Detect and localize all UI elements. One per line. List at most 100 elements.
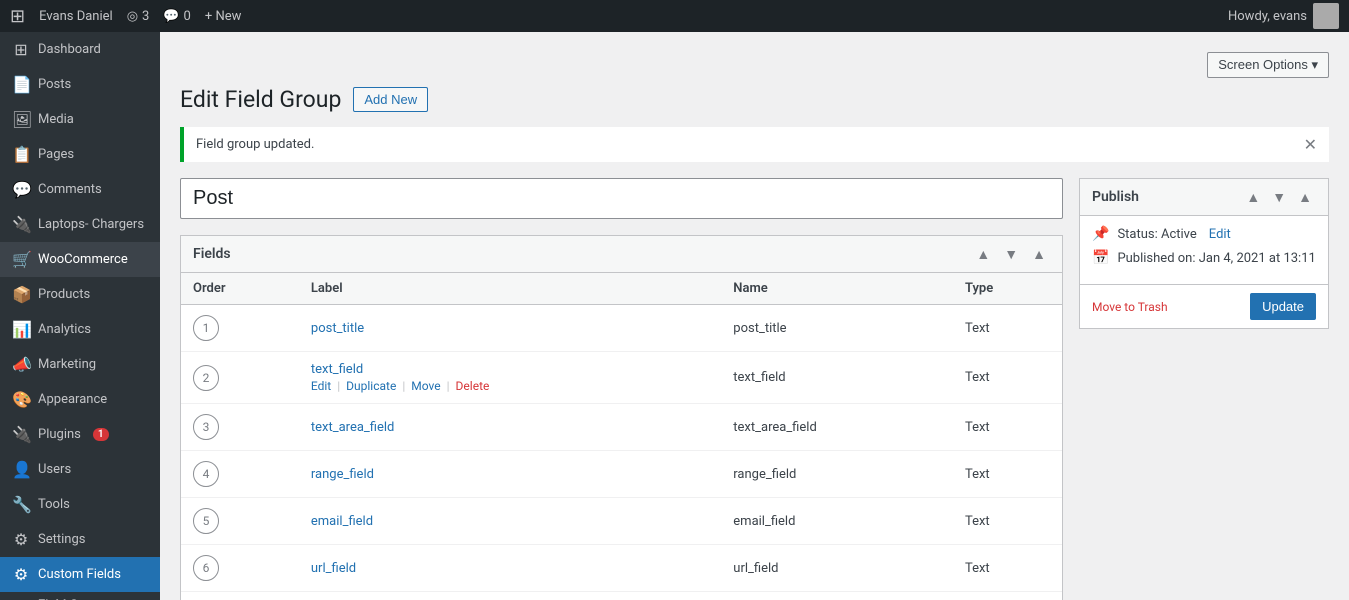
field-order-cell: 5: [181, 498, 299, 545]
table-row: 5email_fieldemail_fieldText: [181, 498, 1062, 545]
sidebar-item-custom-fields[interactable]: ⚙ Custom Fields: [0, 557, 160, 592]
collapse-down-button[interactable]: ▼: [1000, 244, 1022, 264]
new-content-link[interactable]: + New: [205, 9, 242, 24]
status-row: 📌 Status: Active Edit: [1092, 226, 1316, 242]
sidebar-item-posts[interactable]: 📄 Posts: [0, 67, 160, 102]
field-label-link[interactable]: range_field: [311, 467, 374, 482]
page-title: Edit Field Group: [180, 86, 341, 113]
metabox-controls: ▲ ▼ ▲: [972, 244, 1050, 264]
sidebar: ⊞ Dashboard 📄 Posts 🖼 Media 📋 Pages 💬 Co…: [0, 32, 160, 600]
sidebar-item-tools[interactable]: 🔧 Tools: [0, 487, 160, 522]
publish-collapse-down[interactable]: ▼: [1268, 187, 1290, 207]
row-action-separator: |: [337, 379, 340, 393]
sidebar-item-laptops-chargers[interactable]: 🔌 Laptops- Chargers: [0, 207, 160, 242]
row-action-delete[interactable]: Delete: [456, 379, 490, 393]
right-panel: Publish ▲ ▼ ▲ 📌 Status: Active Edit: [1079, 178, 1329, 329]
field-type-cell: Text: [953, 592, 1062, 600]
field-label-link[interactable]: text_field: [311, 362, 363, 377]
sidebar-item-products[interactable]: 📦 Products: [0, 277, 160, 312]
wp-logo-icon[interactable]: ⊞: [10, 6, 25, 27]
field-label-link[interactable]: email_field: [311, 514, 373, 529]
comments-icon: 💬: [12, 180, 30, 199]
field-group-title-input[interactable]: [180, 178, 1063, 219]
sidebar-item-field-groups[interactable]: Field Groups: [0, 592, 160, 600]
publish-title: Publish: [1092, 189, 1139, 205]
publish-collapse-up[interactable]: ▲: [1242, 187, 1264, 207]
publish-expand[interactable]: ▲: [1294, 187, 1316, 207]
site-name[interactable]: Evans Daniel: [39, 9, 113, 24]
sidebar-label: Appearance: [38, 392, 107, 407]
field-label-link[interactable]: post_title: [311, 321, 364, 336]
screen-options-button[interactable]: Screen Options ▾: [1207, 52, 1329, 78]
col-label: Label: [299, 273, 721, 305]
appearance-icon: 🎨: [12, 390, 30, 409]
sidebar-item-appearance[interactable]: 🎨 Appearance: [0, 382, 160, 417]
publish-body: 📌 Status: Active Edit 📅 Published on: Ja…: [1080, 216, 1328, 284]
sidebar-item-dashboard[interactable]: ⊞ Dashboard: [0, 32, 160, 67]
col-type: Type: [953, 273, 1062, 305]
add-new-button[interactable]: Add New: [353, 87, 428, 112]
sidebar-item-marketing[interactable]: 📣 Marketing: [0, 347, 160, 382]
sidebar-item-settings[interactable]: ⚙ Settings: [0, 522, 160, 557]
sidebar-label: Settings: [38, 532, 85, 547]
fields-metabox: Fields ▲ ▼ ▲ Order Label Name: [180, 235, 1063, 600]
settings-icon: ⚙: [12, 530, 30, 549]
content-area: Fields ▲ ▼ ▲ Order Label Name: [180, 178, 1329, 600]
order-circle: 6: [193, 555, 219, 581]
sidebar-item-media[interactable]: 🖼 Media: [0, 102, 160, 137]
fields-table-header: Order Label Name Type: [181, 273, 1062, 305]
sidebar-item-plugins[interactable]: 🔌 Plugins 1: [0, 417, 160, 452]
expand-button[interactable]: ▲: [1028, 244, 1050, 264]
sidebar-item-comments[interactable]: 💬 Comments: [0, 172, 160, 207]
woocommerce-icon: 🛒: [12, 250, 30, 269]
sidebar-item-pages[interactable]: 📋 Pages: [0, 137, 160, 172]
table-row: 4range_fieldrange_fieldText: [181, 451, 1062, 498]
notice-text: Field group updated.: [196, 137, 314, 152]
sidebar-item-woocommerce[interactable]: 🛒 WooCommerce: [0, 242, 160, 277]
main-content: Screen Options ▾ Edit Field Group Add Ne…: [160, 32, 1349, 600]
collapse-up-button[interactable]: ▲: [972, 244, 994, 264]
fields-table: Order Label Name Type 1post_titlepost_ti…: [181, 273, 1062, 600]
update-button[interactable]: Update: [1250, 293, 1316, 320]
field-label-link[interactable]: text_area_field: [311, 420, 395, 435]
publish-footer: Move to Trash Update: [1080, 284, 1328, 328]
field-order-cell: 3: [181, 404, 299, 451]
table-row: 7password_fieldpassword_fieldText: [181, 592, 1062, 600]
field-name-cell: text_area_field: [721, 404, 953, 451]
metabox-header: Fields ▲ ▼ ▲: [181, 236, 1062, 273]
comments-link[interactable]: 💬 0: [163, 9, 191, 24]
row-action-move[interactable]: Move: [411, 379, 440, 393]
status-edit-link[interactable]: Edit: [1209, 227, 1231, 242]
field-label-cell: password_field: [299, 592, 721, 600]
notice-close-button[interactable]: ✕: [1304, 135, 1317, 154]
page-header: Edit Field Group Add New: [180, 86, 1329, 113]
row-action-edit[interactable]: Edit: [311, 379, 331, 393]
row-action-duplicate[interactable]: Duplicate: [346, 379, 396, 393]
table-row: 3text_area_fieldtext_area_fieldText: [181, 404, 1062, 451]
order-circle: 1: [193, 315, 219, 341]
order-circle: 4: [193, 461, 219, 487]
fields-table-body: 1post_titlepost_titleText2text_fieldEdit…: [181, 305, 1062, 600]
posts-icon: 📄: [12, 75, 30, 94]
field-label-cell: post_title: [299, 305, 721, 352]
revisions-link[interactable]: ◎ 3: [127, 9, 150, 24]
order-circle: 2: [193, 365, 219, 391]
publish-header: Publish ▲ ▼ ▲: [1080, 179, 1328, 216]
sidebar-label: Plugins: [38, 427, 81, 442]
field-order-cell: 6: [181, 545, 299, 592]
sidebar-label: Tools: [38, 497, 70, 512]
sidebar-item-analytics[interactable]: 📊 Analytics: [0, 312, 160, 347]
move-to-trash-link[interactable]: Move to Trash: [1092, 300, 1168, 314]
user-howdy[interactable]: Howdy, evans: [1228, 3, 1339, 29]
sidebar-label: Posts: [38, 77, 71, 92]
sidebar-item-users[interactable]: 👤 Users: [0, 452, 160, 487]
status-icon: 📌: [1092, 226, 1109, 242]
order-circle: 3: [193, 414, 219, 440]
field-type-cell: Text: [953, 451, 1062, 498]
field-label-link[interactable]: url_field: [311, 561, 356, 576]
field-order-cell: 4: [181, 451, 299, 498]
revision-icon: ◎: [127, 9, 138, 24]
table-row: 1post_titlepost_titleText: [181, 305, 1062, 352]
laptops-icon: 🔌: [12, 215, 30, 234]
sidebar-label: Products: [38, 287, 90, 302]
